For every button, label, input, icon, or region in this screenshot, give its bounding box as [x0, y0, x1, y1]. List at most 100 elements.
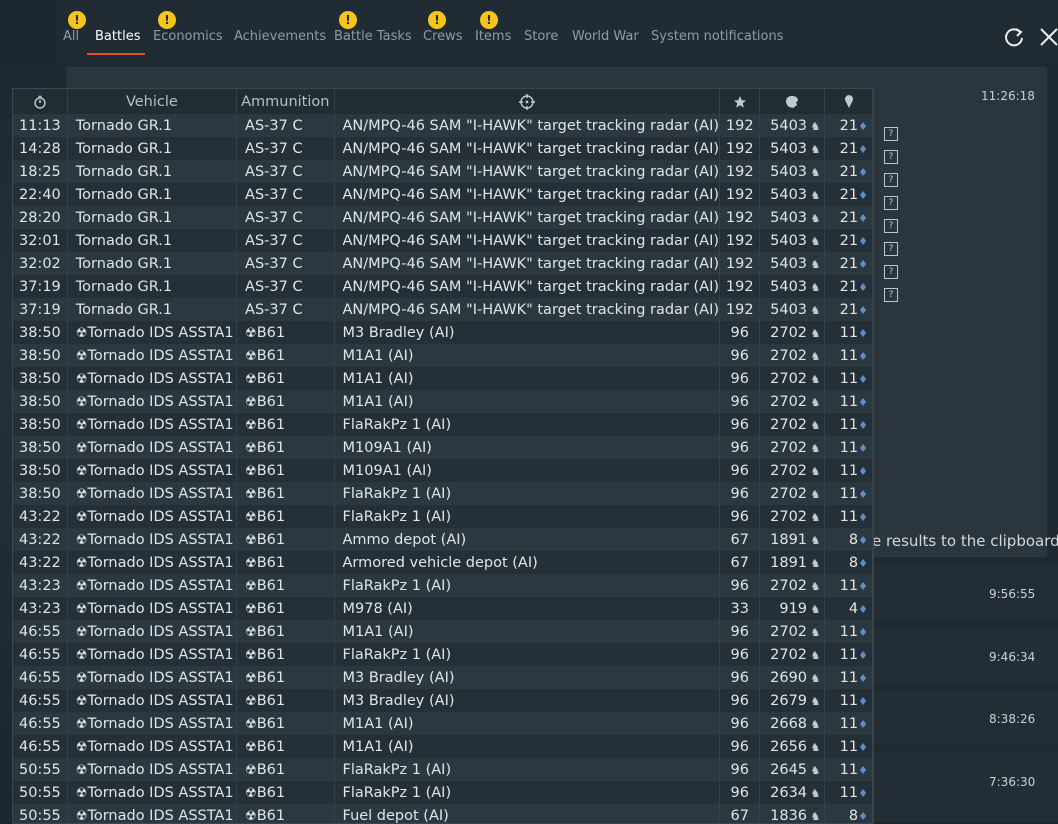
vehicle-cell: ☢Tornado IDS ASSTA1: [67, 574, 238, 597]
silver-lions-cell: 2668 ♞: [759, 712, 826, 735]
ammunition-column-header[interactable]: Ammunition: [236, 89, 335, 114]
score-cell: 96: [719, 689, 761, 712]
tab-economics[interactable]: Economics: [153, 29, 223, 44]
nuclear-icon: ☢: [245, 693, 257, 709]
target-cell: M3 Bradley (AI): [334, 689, 721, 712]
table-row[interactable]: 11:13 Tornado GR.1 AS-37 C AN/MPQ-46 SAM "I…: [13, 114, 873, 137]
tab-world-war[interactable]: World War: [572, 29, 639, 44]
ammunition-cell: ☢B61: [236, 321, 335, 344]
help-icon[interactable]: ?: [884, 242, 898, 256]
vehicle-cell: Tornado GR.1: [67, 183, 238, 206]
silver-lions-cell: 2702 ♞: [759, 367, 826, 390]
table-row[interactable]: 50:55 ☢Tornado IDS ASSTA1 ☢B61 Fuel depot (…: [13, 804, 873, 823]
table-row[interactable]: 38:50 ☢Tornado IDS ASSTA1 ☢B61 M1A1 (AI) 96 2…: [13, 367, 873, 390]
time-cell: 38:50: [13, 367, 68, 390]
tab-achievements[interactable]: Achievements: [234, 29, 326, 44]
table-row[interactable]: 46:55 ☢Tornado IDS ASSTA1 ☢B61 M1A1 (AI) 96 2…: [13, 712, 873, 735]
table-row[interactable]: 37:19 Tornado GR.1 AS-37 C AN/MPQ-46 SAM "I…: [13, 275, 873, 298]
target-cell: AN/MPQ-46 SAM "I-HAWK" target tracking r…: [334, 298, 721, 321]
silver-lions-cell: 5403 ♞: [759, 298, 826, 321]
tab-battles[interactable]: Battles: [95, 29, 140, 44]
table-row[interactable]: 32:02 Tornado GR.1 AS-37 C AN/MPQ-46 SAM "I…: [13, 252, 873, 275]
table-row[interactable]: 32:01 Tornado GR.1 AS-37 C AN/MPQ-46 SAM "I…: [13, 229, 873, 252]
nuclear-icon: ☢: [245, 739, 257, 755]
vehicle-column-header[interactable]: Vehicle: [67, 89, 238, 114]
table-row[interactable]: 46:55 ☢Tornado IDS ASSTA1 ☢B61 M3 Bradley (…: [13, 689, 873, 712]
tab-all[interactable]: All: [63, 29, 79, 44]
table-row[interactable]: 38:50 ☢Tornado IDS ASSTA1 ☢B61 M1A1 (AI) 96 2…: [13, 390, 873, 413]
pin-icon: ♦: [858, 326, 868, 340]
pin-icon: ♦: [858, 303, 868, 317]
vehicle-cell: ☢Tornado IDS ASSTA1: [67, 551, 238, 574]
copy-results-link[interactable]: e results to the clipboard: [872, 532, 1058, 550]
help-icon[interactable]: ?: [884, 150, 898, 164]
table-row[interactable]: 43:22 ☢Tornado IDS ASSTA1 ☢B61 FlaRakPz 1 (…: [13, 505, 873, 528]
help-icon[interactable]: ?: [884, 196, 898, 210]
ammunition-cell: AS-37 C: [236, 160, 335, 183]
table-row[interactable]: 38:50 ☢Tornado IDS ASSTA1 ☢B61 M109A1 (AI) 9…: [13, 436, 873, 459]
silver-lions-column-header[interactable]: [759, 89, 826, 114]
tab-crews[interactable]: Crews: [423, 29, 463, 44]
pin-icon: ♦: [858, 188, 868, 202]
help-icon[interactable]: ?: [884, 127, 898, 141]
target-cell: FlaRakPz 1 (AI): [334, 413, 721, 436]
table-row[interactable]: 38:50 ☢Tornado IDS ASSTA1 ☢B61 M109A1 (AI) 9…: [13, 459, 873, 482]
table-row[interactable]: 38:50 ☢Tornado IDS ASSTA1 ☢B61 M1A1 (AI) 96 2…: [13, 344, 873, 367]
table-header-row: Vehicle Ammunition: [13, 89, 873, 114]
table-row[interactable]: 46:55 ☢Tornado IDS ASSTA1 ☢B61 M1A1 (AI) 96 2…: [13, 620, 873, 643]
help-icon[interactable]: ?: [884, 173, 898, 187]
vehicle-cell: ☢Tornado IDS ASSTA1: [67, 758, 238, 781]
lion-icon: ♞: [807, 349, 821, 363]
table-row[interactable]: 50:55 ☢Tornado IDS ASSTA1 ☢B61 FlaRakPz 1 (…: [13, 781, 873, 804]
nuclear-icon: ☢: [75, 693, 88, 709]
refresh-icon[interactable]: [1003, 26, 1025, 48]
target-cell: Armored vehicle depot (AI): [334, 551, 721, 574]
help-icon[interactable]: ?: [884, 288, 898, 302]
tab-items[interactable]: Items: [475, 29, 511, 44]
ammunition-cell: ☢B61: [236, 597, 335, 620]
table-row[interactable]: 22:40 Tornado GR.1 AS-37 C AN/MPQ-46 SAM "I…: [13, 183, 873, 206]
help-icon[interactable]: ?: [884, 219, 898, 233]
help-icon[interactable]: ?: [884, 265, 898, 279]
lion-icon: ♞: [807, 326, 821, 340]
score-cell: 96: [719, 735, 761, 758]
table-row[interactable]: 18:25 Tornado GR.1 AS-37 C AN/MPQ-46 SAM "I…: [13, 160, 873, 183]
table-row[interactable]: 46:55 ☢Tornado IDS ASSTA1 ☢B61 M1A1 (AI) 96 2…: [13, 735, 873, 758]
table-row[interactable]: 38:50 ☢Tornado IDS ASSTA1 ☢B61 FlaRakPz 1 (…: [13, 482, 873, 505]
table-row[interactable]: 43:22 ☢Tornado IDS ASSTA1 ☢B61 Ammo depot (…: [13, 528, 873, 551]
close-icon[interactable]: [1038, 26, 1058, 48]
score-cell: 96: [719, 666, 761, 689]
ammunition-cell: AS-37 C: [236, 229, 335, 252]
tab-store[interactable]: Store: [524, 29, 558, 44]
vehicle-cell: ☢Tornado IDS ASSTA1: [67, 321, 238, 344]
table-row[interactable]: 14:28 Tornado GR.1 AS-37 C AN/MPQ-46 SAM "I…: [13, 137, 873, 160]
time-cell: 46:55: [13, 666, 68, 689]
table-row[interactable]: 28:20 Tornado GR.1 AS-37 C AN/MPQ-46 SAM "I…: [13, 206, 873, 229]
time-column-header[interactable]: [13, 89, 68, 114]
score-column-header[interactable]: [719, 89, 761, 114]
research-column-header[interactable]: [824, 89, 873, 114]
tab-system-notifications[interactable]: System notifications: [651, 29, 784, 44]
target-cell: M978 (AI): [334, 597, 721, 620]
target-column-header[interactable]: [334, 89, 721, 114]
tab-battle-tasks[interactable]: Battle Tasks: [334, 29, 412, 44]
table-row[interactable]: 43:23 ☢Tornado IDS ASSTA1 ☢B61 FlaRakPz 1 (…: [13, 574, 873, 597]
table-row[interactable]: 43:22 ☢Tornado IDS ASSTA1 ☢B61 Armored vehi…: [13, 551, 873, 574]
table-row[interactable]: 37:19 Tornado GR.1 AS-37 C AN/MPQ-46 SAM "I…: [13, 298, 873, 321]
vehicle-cell: ☢Tornado IDS ASSTA1: [67, 459, 238, 482]
lion-icon: ♞: [807, 671, 821, 685]
nuclear-icon: ☢: [75, 371, 88, 387]
table-row[interactable]: 50:55 ☢Tornado IDS ASSTA1 ☢B61 FlaRakPz 1 (…: [13, 758, 873, 781]
vehicle-cell: Tornado GR.1: [67, 252, 238, 275]
table-row[interactable]: 46:55 ☢Tornado IDS ASSTA1 ☢B61 M3 Bradley (…: [13, 666, 873, 689]
silver-lions-cell: 2679 ♞: [759, 689, 826, 712]
table-row[interactable]: 38:50 ☢Tornado IDS ASSTA1 ☢B61 M3 Bradley (…: [13, 321, 873, 344]
lion-icon: ♞: [807, 717, 821, 731]
table-row[interactable]: 38:50 ☢Tornado IDS ASSTA1 ☢B61 FlaRakPz 1 (…: [13, 413, 873, 436]
nuclear-icon: ☢: [245, 371, 257, 387]
table-row[interactable]: 43:23 ☢Tornado IDS ASSTA1 ☢B61 M978 (AI) 33 9…: [13, 597, 873, 620]
ammunition-cell: ☢B61: [236, 528, 335, 551]
time-cell: 46:55: [13, 735, 68, 758]
score-cell: 96: [719, 390, 761, 413]
table-row[interactable]: 46:55 ☢Tornado IDS ASSTA1 ☢B61 FlaRakPz 1 (…: [13, 643, 873, 666]
